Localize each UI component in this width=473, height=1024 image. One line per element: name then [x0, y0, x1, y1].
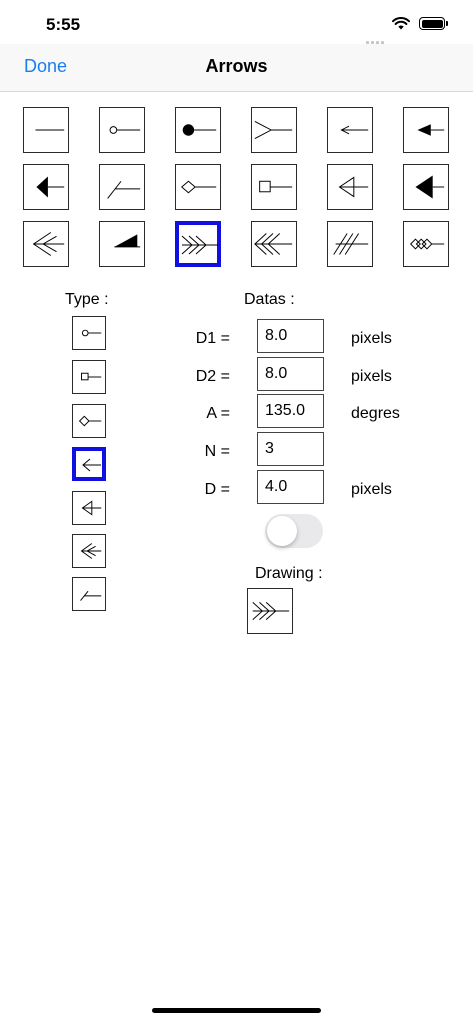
- arrow-filled-circle-icon: [182, 124, 217, 136]
- d-unit: pixels: [351, 481, 392, 498]
- arrow-style-9[interactable]: [175, 164, 221, 210]
- type-label: Type :: [65, 291, 109, 308]
- d2-input[interactable]: [257, 357, 324, 391]
- status-time: 5:55: [46, 15, 81, 34]
- type-option-3[interactable]: [72, 404, 106, 438]
- type-circle-icon: [81, 329, 102, 337]
- toggle-knob: [267, 516, 297, 546]
- datas-label: Datas :: [244, 291, 295, 308]
- arrow-open-triangle-icon: [338, 176, 369, 198]
- drawing-preview: [247, 588, 293, 634]
- page-title: Arrows: [205, 56, 268, 76]
- arrow-double-chevron-icon: [32, 232, 65, 256]
- arrow-style-14[interactable]: [99, 221, 145, 267]
- arrow-open-circle-icon: [109, 126, 141, 134]
- arrow-style-13[interactable]: [23, 221, 69, 267]
- arrow-triple-slash-icon: [333, 233, 369, 255]
- arrow-triple-diamond-icon: [410, 238, 445, 250]
- type-double-arrow-icon: [80, 543, 102, 559]
- d-input[interactable]: [257, 470, 324, 504]
- home-indicator: [152, 1008, 321, 1013]
- arrow-open-v-icon: [254, 120, 293, 140]
- arrow-style-10[interactable]: [251, 164, 297, 210]
- d1-unit: pixels: [351, 330, 392, 347]
- arrow-style-5[interactable]: [327, 107, 373, 153]
- signal-icon: [366, 27, 386, 45]
- type-square-icon: [81, 372, 102, 381]
- arrow-style-3[interactable]: [175, 107, 221, 153]
- a-input[interactable]: [257, 394, 324, 428]
- type-triangle-icon: [81, 500, 102, 516]
- d1-label: D1 =: [195, 330, 230, 347]
- arrow-large-filled-triangle-icon: [36, 176, 65, 198]
- type-option-4[interactable]: [72, 447, 106, 481]
- arrow-style-17[interactable]: [327, 221, 373, 267]
- arrow-triple-chevron-left-icon: [254, 233, 293, 255]
- arrow-style-15[interactable]: [175, 221, 221, 267]
- arrow-filled-triangle-icon: [417, 124, 445, 136]
- arrow-style-1[interactable]: [23, 107, 69, 153]
- d1-input[interactable]: [257, 319, 324, 353]
- arrow-filled-triangle-large-icon: [415, 175, 445, 199]
- d2-label: D2 =: [195, 368, 230, 385]
- arrow-open-square-icon: [259, 180, 293, 193]
- drawing-preview-icon: [252, 602, 290, 620]
- arrow-style-12[interactable]: [403, 164, 449, 210]
- arrow-style-8[interactable]: [99, 164, 145, 210]
- line-plain-icon: [35, 129, 65, 131]
- arrow-slash-icon: [107, 180, 141, 199]
- type-option-6[interactable]: [72, 534, 106, 568]
- arrow-style-16[interactable]: [251, 221, 297, 267]
- arrow-small-open-icon: [340, 125, 369, 135]
- status-bar: 5:55: [0, 0, 473, 45]
- type-slash-icon: [80, 590, 102, 601]
- arrow-open-diamond-icon: [181, 180, 217, 194]
- arrow-style-18[interactable]: [403, 221, 449, 267]
- arrow-style-6[interactable]: [403, 107, 449, 153]
- arrow-triple-chevron-icon: [181, 235, 218, 255]
- d-label: D =: [204, 481, 230, 498]
- arrow-half-filled-icon: [114, 234, 141, 248]
- battery-icon: [419, 17, 448, 30]
- option-toggle[interactable]: [265, 514, 323, 548]
- type-diamond-icon: [78, 415, 102, 427]
- n-input[interactable]: [257, 432, 324, 466]
- a-unit: degres: [351, 405, 400, 422]
- type-arrow-icon: [82, 458, 101, 472]
- type-option-5[interactable]: [72, 491, 106, 525]
- drawing-label: Drawing :: [255, 565, 323, 582]
- arrow-style-4[interactable]: [251, 107, 297, 153]
- type-option-1[interactable]: [72, 316, 106, 350]
- arrow-style-11[interactable]: [327, 164, 373, 210]
- type-option-7[interactable]: [72, 577, 106, 611]
- navigation-bar: Done Arrows: [0, 44, 473, 92]
- n-label: N =: [204, 443, 230, 460]
- type-option-2[interactable]: [72, 360, 106, 394]
- d2-unit: pixels: [351, 368, 392, 385]
- arrow-style-2[interactable]: [99, 107, 145, 153]
- a-label: A =: [206, 405, 230, 422]
- arrow-style-7[interactable]: [23, 164, 69, 210]
- wifi-icon: [392, 17, 410, 30]
